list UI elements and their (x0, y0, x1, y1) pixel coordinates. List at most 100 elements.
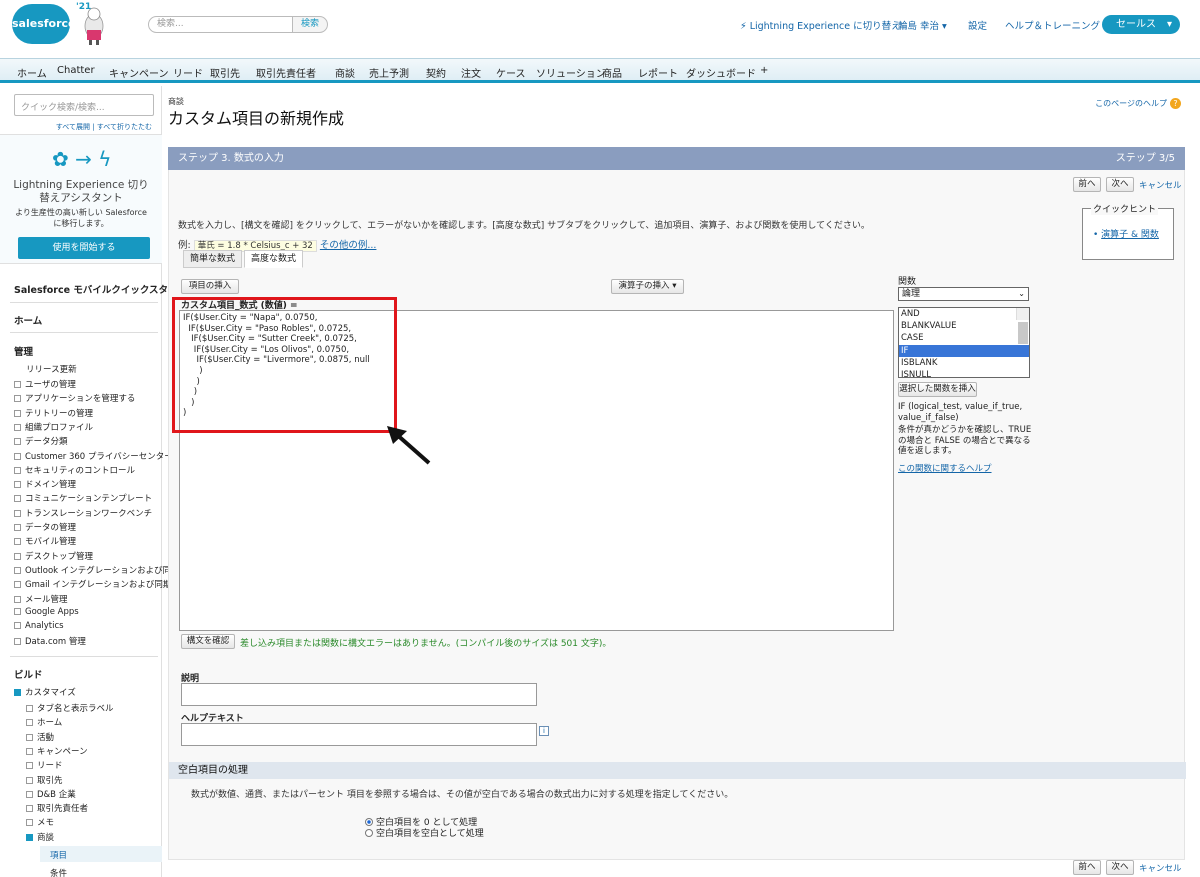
sidebar-customize-item[interactable]: 取引先 (26, 774, 63, 786)
sidebar-customize-item[interactable]: リード (26, 759, 63, 771)
next-button[interactable]: 次へ (1106, 177, 1134, 192)
collapse-all-link[interactable]: すべて折りたたむ (97, 123, 152, 131)
expand-icon[interactable] (14, 566, 21, 574)
sidebar-item-fields[interactable]: 項目 (50, 849, 67, 861)
salesforce-logo[interactable]: salesforce (12, 4, 76, 44)
tab-4[interactable]: 取引先 (210, 65, 240, 80)
sidebar-mobile-quickstart[interactable]: Salesforce モバイルクイックスタート (14, 282, 187, 296)
expand-icon[interactable] (14, 524, 21, 531)
prev-button-bottom[interactable]: 前へ (1073, 860, 1101, 875)
insert-operator-button[interactable]: 演算子の挿入 ▾ (611, 279, 684, 294)
expand-icon[interactable] (14, 495, 21, 503)
check-syntax-button[interactable]: 構文を確認 (181, 634, 235, 649)
sidebar-admin-item[interactable]: Outlook インテグレーションおよび同期 (14, 564, 180, 576)
sidebar-customize-item[interactable]: ホーム (26, 716, 62, 728)
setup-link[interactable]: 設定 (968, 18, 987, 32)
next-button-bottom[interactable]: 次へ (1106, 860, 1134, 875)
sidebar-admin-item[interactable]: トランスレーションワークベンチ (14, 507, 152, 519)
sidebar-admin-item[interactable]: Customer 360 プライバシーセンター (14, 450, 173, 462)
sidebar-admin-item[interactable]: Gmail インテグレーションおよび同期 (14, 578, 171, 590)
insert-field-button[interactable]: 項目の挿入 (181, 279, 239, 294)
sidebar-admin-item[interactable]: メール管理 (14, 593, 68, 605)
insert-function-button[interactable]: 選択した関数を挿入 (898, 382, 977, 397)
expand-icon[interactable] (14, 466, 21, 474)
sidebar-customize[interactable]: カスタマイズ (14, 686, 76, 698)
expand-icon[interactable] (26, 747, 33, 755)
expand-icon[interactable] (26, 776, 33, 784)
sidebar-admin-item[interactable]: ユーザの管理 (14, 378, 76, 390)
expand-icon[interactable] (26, 819, 33, 827)
expand-icon[interactable] (26, 805, 33, 813)
help-training-link[interactable]: ヘルプ＆トレーニング (1005, 18, 1100, 32)
function-option[interactable]: ISNULL (899, 369, 1029, 377)
more-examples-link[interactable]: その他の例... (320, 240, 377, 251)
sidebar-admin-item[interactable]: アプリケーションを管理する (14, 392, 135, 404)
function-option[interactable]: IF (899, 344, 1029, 357)
sidebar-admin-item[interactable]: データの管理 (14, 521, 76, 533)
global-search-input[interactable]: 検索... (148, 16, 293, 33)
expand-icon[interactable] (14, 552, 21, 560)
function-option[interactable]: AND (899, 308, 1029, 320)
sidebar-admin-item[interactable]: セキュリティのコントロール (14, 464, 135, 476)
sidebar-admin-item[interactable]: テリトリーの管理 (14, 407, 93, 419)
tab-15[interactable]: + (760, 65, 768, 76)
expand-icon[interactable] (14, 581, 21, 589)
expand-icon[interactable] (14, 409, 21, 417)
collapse-icon[interactable] (26, 833, 33, 841)
expand-icon[interactable] (14, 423, 21, 431)
user-menu[interactable]: 輪島 幸治 ▾ (898, 18, 947, 32)
expand-icon[interactable] (14, 595, 21, 603)
lightning-switch-link[interactable]: ⚡ Lightning Experience に切り替え (740, 18, 901, 32)
sidebar-admin-item[interactable]: Data.com 管理 (14, 635, 86, 647)
help-text-textarea[interactable] (181, 723, 537, 746)
sidebar-customize-item[interactable]: 活動 (26, 731, 54, 743)
expand-icon[interactable] (14, 452, 21, 460)
expand-icon[interactable] (26, 719, 33, 727)
tab-advanced-formula[interactable]: 高度な数式 (244, 250, 304, 268)
scrollbar[interactable] (1016, 308, 1029, 344)
expand-icon[interactable] (26, 790, 33, 798)
sidebar-admin-item[interactable]: モバイル管理 (14, 535, 76, 547)
tab-9[interactable]: 注文 (461, 65, 481, 80)
description-textarea[interactable] (181, 683, 537, 706)
tab-1[interactable]: Chatter (57, 65, 95, 76)
sidebar-customize-item[interactable]: 取引先責任者 (26, 802, 88, 814)
sidebar-customize-item[interactable]: メモ (26, 816, 54, 828)
tab-6[interactable]: 商談 (335, 65, 355, 80)
tab-simple-formula[interactable]: 簡単な数式 (183, 250, 243, 268)
page-help-link[interactable]: このページのヘルプ? (1095, 98, 1181, 109)
tab-7[interactable]: 売上予測 (369, 65, 409, 80)
function-list[interactable]: AND BLANKVALUE CASE IF ISBLANK ISNULL (898, 307, 1030, 378)
prev-button[interactable]: 前へ (1073, 177, 1101, 192)
sidebar-admin-item[interactable]: Analytics (14, 621, 64, 631)
sidebar-admin-item[interactable]: データ分類 (14, 435, 68, 447)
expand-icon[interactable] (14, 481, 21, 489)
expand-icon[interactable] (26, 733, 33, 741)
lex-start-button[interactable]: 使用を開始する (18, 237, 150, 259)
sidebar-customize-item[interactable]: D&B 企業 (26, 788, 76, 800)
sidebar-customize-item[interactable]: 商談 (26, 831, 54, 843)
function-option[interactable]: CASE (899, 332, 1029, 344)
tab-8[interactable]: 契約 (426, 65, 446, 80)
sidebar-admin-item[interactable]: 組織プロファイル (14, 421, 93, 433)
expand-icon[interactable] (26, 705, 33, 712)
expand-icon[interactable] (14, 622, 21, 630)
tab-11[interactable]: ソリューション (536, 65, 606, 80)
function-help-link[interactable]: この関数に関するヘルプ (898, 462, 992, 474)
expand-icon[interactable] (14, 395, 21, 403)
tab-13[interactable]: レポート (638, 65, 678, 80)
sidebar-home[interactable]: ホーム (14, 313, 42, 327)
expand-icon[interactable] (26, 762, 33, 770)
sidebar-item-conditions[interactable]: 条件 (50, 867, 67, 877)
sidebar-release-update[interactable]: リリース更新 (26, 363, 77, 375)
expand-icon[interactable] (14, 607, 21, 615)
function-option[interactable]: ISBLANK (899, 357, 1029, 369)
quick-search-input[interactable]: クイック検索/検索... (14, 94, 154, 116)
tab-12[interactable]: 商品 (602, 65, 622, 80)
expand-icon[interactable] (14, 509, 21, 517)
expand-icon[interactable] (14, 438, 21, 446)
tab-2[interactable]: キャンペーン (109, 65, 169, 80)
blank-as-blank-radio[interactable]: 空白項目を空白として処理 (365, 826, 484, 839)
sidebar-customize-item[interactable]: タブ名と表示ラベル (26, 702, 114, 714)
sidebar-admin-item[interactable]: コミュニケーションテンプレート (14, 492, 152, 504)
